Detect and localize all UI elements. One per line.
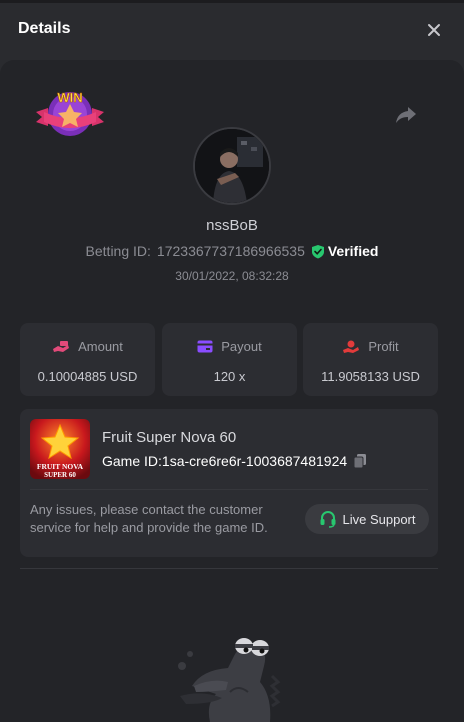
game-thumbnail[interactable]: FRUIT NOVA SUPER 60: [30, 419, 90, 479]
win-badge-icon: WIN: [36, 90, 104, 136]
card-icon: [197, 340, 213, 353]
game-card: FRUIT NOVA SUPER 60 Fruit Super Nova 60 …: [20, 409, 438, 557]
verified-label: Verified: [327, 243, 379, 259]
live-support-button[interactable]: Live Support: [305, 504, 429, 534]
profit-card: Profit 11.9058133 USD: [303, 323, 438, 396]
crocodile-mascot-icon: [178, 638, 281, 722]
payout-card: Payout 120 x: [162, 323, 297, 396]
modal-title: Details: [18, 20, 71, 37]
betting-id-row: Betting ID: 1723367737186966535 Verified: [0, 243, 464, 259]
game-name: Fruit Super Nova 60: [102, 429, 237, 446]
username: nssBoB: [206, 217, 258, 234]
details-modal: Details WIN nssBoB Betting ID: 172336773…: [0, 0, 464, 722]
svg-text:SUPER 60: SUPER 60: [44, 471, 76, 479]
verified-badge: Verified: [311, 243, 379, 259]
headset-icon: [320, 511, 335, 528]
game-id-row: Game ID:1sa-cre6re6r-1003687481924: [102, 453, 367, 469]
payout-value: 120 x: [213, 369, 246, 384]
amount-card: Amount 0.10004885 USD: [20, 323, 155, 396]
payout-label: Payout: [221, 339, 262, 354]
close-icon: [428, 24, 440, 36]
section-divider: [20, 568, 438, 569]
game-card-divider: [30, 489, 428, 490]
modal-header: Details: [0, 0, 464, 60]
amount-value: 0.10004885 USD: [37, 369, 138, 384]
betting-id-value: 1723367737186966535: [156, 243, 305, 259]
profit-value: 11.9058133 USD: [321, 369, 420, 384]
share-icon[interactable]: [394, 102, 418, 126]
game-id-label: Game ID:: [102, 453, 162, 469]
support-notice: Any issues, please contact the customer …: [30, 502, 268, 535]
amount-label: Amount: [78, 339, 123, 354]
win-badge-text: WIN: [57, 90, 82, 105]
game-thumbnail-text: FRUIT NOVA: [37, 462, 84, 471]
profit-label: Profit: [368, 339, 399, 354]
avatar: [193, 127, 271, 205]
live-support-label: Live Support: [342, 511, 416, 527]
game-id-value: 1sa-cre6re6r-1003687481924: [161, 453, 348, 469]
copy-icon[interactable]: [353, 453, 367, 469]
money-hand-icon: [53, 340, 70, 352]
bet-date: 30/01/2022, 08:32:28: [175, 269, 289, 283]
shield-check-icon: [311, 244, 324, 258]
profit-hand-icon: [343, 340, 360, 353]
betting-id-label: Betting ID:: [85, 243, 151, 259]
close-button[interactable]: [421, 17, 447, 43]
